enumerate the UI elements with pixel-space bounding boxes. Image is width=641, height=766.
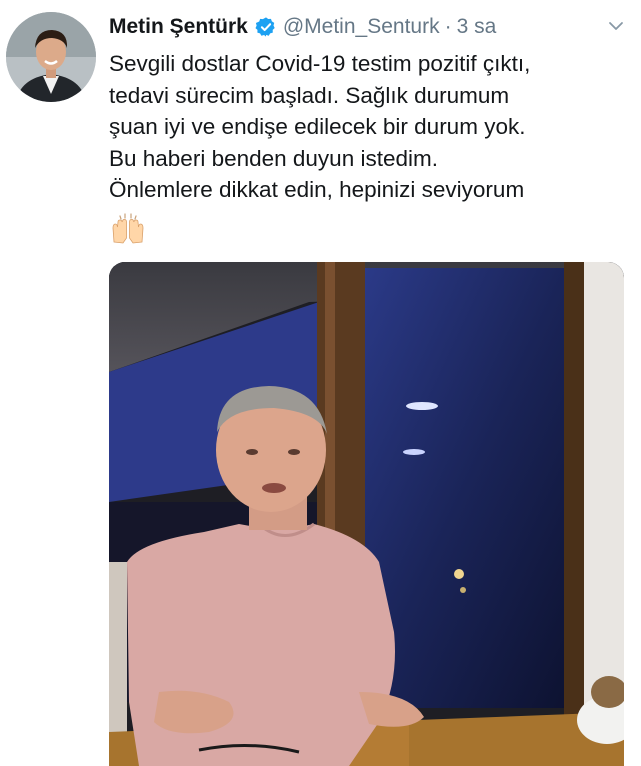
chevron-down-icon[interactable] bbox=[606, 16, 626, 36]
tweet-text-line: Önlemlere dikkat edin, hepinizi seviyoru… bbox=[109, 177, 525, 202]
tweet-text-line: Sevgili dostlar Covid-19 testim pozitif … bbox=[109, 51, 531, 76]
tweet-header: Metin Şentürk @Metin_Senturk · 3 sa bbox=[109, 12, 634, 42]
tweet-video-thumbnail[interactable] bbox=[109, 262, 624, 766]
tweet-text-line: Bu haberi benden duyun istedim. bbox=[109, 145, 438, 171]
header-separator: · bbox=[444, 15, 452, 38]
author-handle[interactable]: @Metin_Senturk bbox=[283, 15, 440, 39]
avatar[interactable] bbox=[6, 12, 96, 102]
tweet-text-line: tedavi sürecim başladı. Sağlık durumum bbox=[109, 82, 510, 108]
tweet-timestamp[interactable]: 3 sa bbox=[457, 15, 497, 39]
tweet-text-line: şuan iyi ve endişe edilecek bir durum yo… bbox=[109, 114, 526, 139]
tweet-text: Sevgili dostlar Covid-19 testim pozitif … bbox=[109, 48, 634, 206]
author-display-name[interactable]: Metin Şentürk bbox=[109, 15, 248, 39]
verified-badge-icon bbox=[255, 16, 277, 38]
raising-hands-emoji bbox=[110, 212, 146, 248]
tweet[interactable]: Metin Şentürk @Metin_Senturk · 3 sa Sevg… bbox=[0, 0, 641, 766]
